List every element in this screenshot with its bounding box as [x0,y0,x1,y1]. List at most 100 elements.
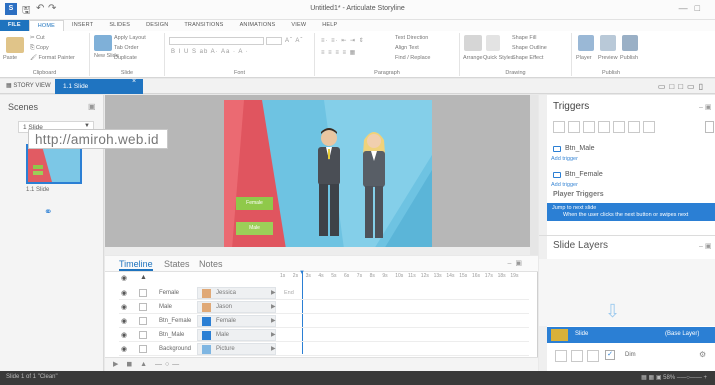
add-trigger-link[interactable]: Add trigger [551,182,578,188]
slide-thumbnail[interactable] [26,144,82,184]
eye-icon[interactable]: ◉ [121,345,127,353]
object-bar[interactable]: Picture [197,343,276,355]
object-bar[interactable]: Jason [197,301,276,313]
object-bar[interactable]: Jessica [197,287,276,299]
layout-icons[interactable]: ▭□□▭▯ [658,82,707,91]
zoom-controls[interactable]: ▦ ▦ ▣ 58% –—○—— + [641,374,707,381]
quick-styles-icon[interactable] [486,35,500,51]
lock-toggle[interactable] [139,317,147,325]
new-trigger-icon[interactable] [553,121,565,133]
find-replace-button[interactable]: Find / Replace [395,55,430,61]
tab-states[interactable]: States [164,259,190,269]
tab-file[interactable]: FILE [0,20,29,31]
preview-button[interactable]: Preview [598,55,618,61]
lock-toggle[interactable] [139,345,147,353]
pin-icon[interactable]: – ▣ [699,242,711,250]
expand-arrow-icon[interactable]: ▶ [271,331,276,338]
timeline-row[interactable]: ◉ Male Jason ▶ [119,300,529,314]
male-slide-button[interactable]: Male [236,222,273,235]
tab-timeline[interactable]: Timeline [119,259,153,271]
timeline-row[interactable]: ◉ Female Jessica ▶ [119,286,529,300]
tab-help[interactable]: HELP [314,20,345,31]
new-layer-icon[interactable] [555,350,567,362]
font-format-icons[interactable]: B I U S ab A· Aa · A · [171,49,249,55]
paste-button[interactable]: Paste [3,55,17,61]
arrange-button[interactable]: Arrange [463,55,483,61]
apply-layout-button[interactable]: Apply Layout [114,35,146,41]
font-size-select[interactable] [266,37,282,45]
expand-arrow-icon[interactable]: ▶ [271,289,276,296]
add-trigger-link[interactable]: Add trigger [551,156,578,162]
font-family-select[interactable] [169,37,264,45]
new-slide-icon[interactable] [94,35,112,51]
expand-arrow-icon[interactable]: ▶ [271,303,276,310]
player-trigger-item[interactable]: Jump to next slide When the user clicks … [547,203,715,221]
publish-button[interactable]: Publish [620,55,638,61]
paste-icon[interactable] [6,37,24,53]
story-view-tab[interactable]: ▦ STORY VIEW [6,82,51,89]
align-icons[interactable]: ≡ ≡ ≡ ≡ ▦ [321,49,356,56]
tab-home[interactable]: HOME [28,20,65,31]
format-painter-button[interactable]: 🖌 Format Painter [30,55,75,61]
female-character[interactable] [354,128,394,240]
close-icon[interactable]: × [132,78,136,85]
base-layer-row[interactable]: Slide (Base Layer) [547,327,715,343]
gear-icon[interactable]: ⚙ [699,350,706,359]
cut-button[interactable]: ✂ Cut [30,35,45,41]
edit-trigger-icon[interactable] [568,121,580,133]
quick-styles-button[interactable]: Quick Styles [483,55,514,61]
font-grow-shrink-icons[interactable]: Aˆ Aˇ [285,38,303,44]
dim-checkbox[interactable]: ✓ [605,350,615,360]
player-button[interactable]: Player [576,55,592,61]
publish-icon[interactable] [622,35,638,51]
eye-icon[interactable]: ◉ [121,317,127,325]
copy-button[interactable]: ⎘ Copy [30,45,49,52]
paste-trigger-icon[interactable] [598,121,610,133]
timeline-ruler[interactable]: 1s 2s 3s 4s 5s 6s 7s 8s 9s 10s 11s 12s 13s 14s 15s 16s 1… [280,272,525,282]
pin-icon[interactable]: – ▣ [699,103,711,111]
tab-animations[interactable]: ANIMATIONS [232,20,284,31]
timeline-panel-controls[interactable]: –▣ [507,259,526,267]
object-bar[interactable]: Female [197,315,276,327]
window-controls[interactable]: —□ [679,3,707,13]
arrange-icon[interactable] [464,35,482,51]
expand-arrow-icon[interactable]: ▶ [271,345,276,352]
expand-arrow-icon[interactable]: ▶ [271,317,276,324]
delete-layer-icon[interactable] [587,350,599,362]
timeline-playback-icons[interactable]: ▶ ◼ ▲ —○— [113,360,182,368]
preview-icon[interactable] [600,35,616,51]
player-icon[interactable] [578,35,594,51]
timeline-row[interactable]: ◉ Background Picture ▶ [119,342,529,356]
tab-insert[interactable]: INSERT [64,20,101,31]
tab-notes[interactable]: Notes [199,259,223,269]
copy-trigger-icon[interactable] [583,121,595,133]
lock-toggle[interactable] [139,331,147,339]
delete-trigger-icon[interactable] [613,121,625,133]
tab-design[interactable]: DESIGN [138,20,176,31]
lock-toggle[interactable] [139,303,147,311]
slide-canvas[interactable]: Female Male [224,100,432,249]
right-panel-scrollbar[interactable] [539,95,547,371]
eye-icon[interactable]: ◉ [121,289,127,297]
move-up-icon[interactable] [628,121,640,133]
tab-slides[interactable]: SLIDES [101,20,138,31]
new-scene-icon[interactable]: ▣ [88,102,96,111]
slide-tab[interactable]: 1.1 Slide [55,79,143,94]
timeline-row[interactable]: ◉ Btn_Female Female ▶ [119,314,529,328]
align-text-button[interactable]: Align Text [395,45,419,51]
text-direction-button[interactable]: Text Direction [395,35,428,41]
duplicate-button[interactable]: Duplicate [114,55,137,61]
object-bar[interactable]: Male [197,329,276,341]
shape-fill-button[interactable]: Shape Fill [512,35,536,41]
collapse-icon[interactable] [705,121,714,133]
tab-order-button[interactable]: Tab Order [114,45,138,51]
eye-icon[interactable]: ◉ [121,331,127,339]
duplicate-layer-icon[interactable] [571,350,583,362]
female-slide-button[interactable]: Female [236,197,273,210]
timeline-row[interactable]: ◉ Btn_Male Male ▶ [119,328,529,342]
move-down-icon[interactable] [643,121,655,133]
list-icons[interactable]: ≡· ≡· ⇤ ⇥ ⇕ [321,37,365,44]
shape-outline-button[interactable]: Shape Outline [512,45,547,51]
lock-toggle[interactable] [139,289,147,297]
shape-effect-button[interactable]: Shape Effect [512,55,543,61]
